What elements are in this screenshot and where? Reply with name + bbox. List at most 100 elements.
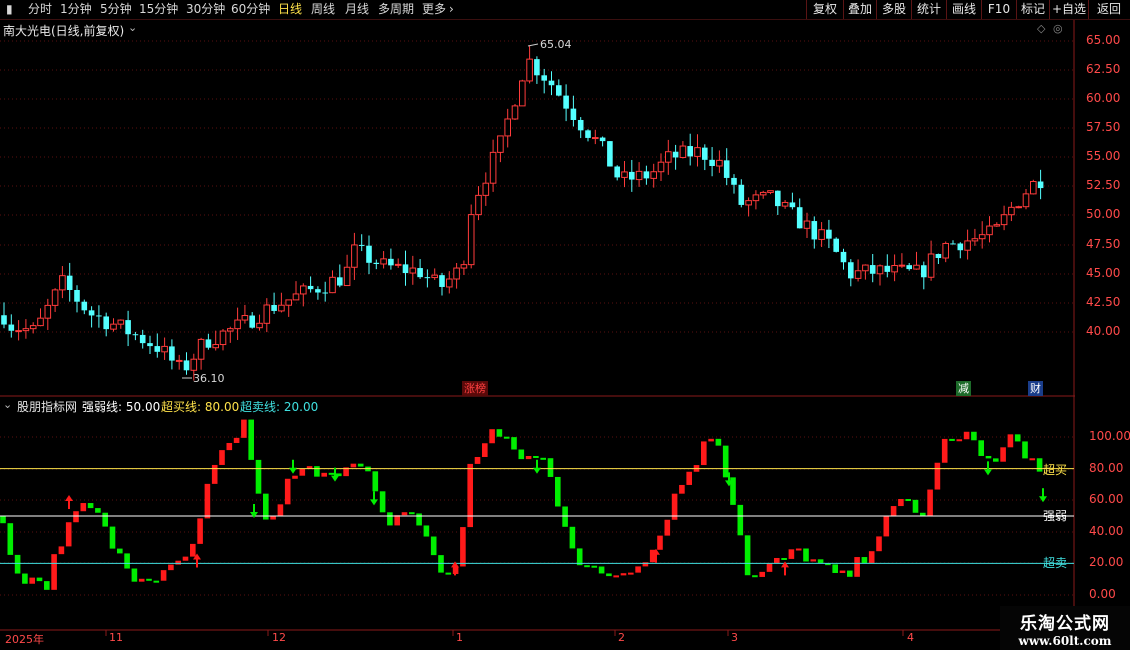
candle-body-up: [212, 344, 219, 349]
date-tick: 12: [272, 631, 286, 644]
overbought-line-tag: 超买: [1043, 463, 1068, 477]
title-dropdown-icon[interactable]: ⌄: [128, 21, 137, 34]
indicator-bar-up: [321, 472, 327, 477]
candle-body-up: [898, 264, 906, 267]
indicator-bar-down: [117, 548, 123, 554]
candle-body-down: [614, 166, 620, 178]
indicator-bar-down: [555, 476, 561, 507]
indicator-tick: 0.00: [1089, 587, 1116, 601]
candle-body-down: [154, 346, 161, 352]
indicator-bar-up: [759, 571, 765, 577]
indicator-bar-up: [233, 437, 240, 443]
period-tab-monthly[interactable]: 月线: [345, 1, 369, 18]
candle-body-down: [81, 301, 88, 311]
candle-body-down: [548, 80, 555, 86]
strength-line-value: 强弱线: 50.00: [82, 400, 161, 414]
candle-body-up: [22, 328, 30, 332]
period-tab-60min[interactable]: 60分钟: [231, 1, 270, 18]
candle-body-up: [679, 145, 687, 158]
add-favorite-button[interactable]: +自选: [1049, 0, 1088, 19]
candle-body-up: [431, 274, 438, 279]
more-chevron-icon[interactable]: ›: [449, 1, 454, 18]
candle-body-down: [840, 251, 847, 263]
price-tick: 52.50: [1086, 178, 1121, 192]
indicator-bar-down: [379, 491, 386, 513]
price-tick: 60.00: [1086, 91, 1121, 105]
indicator-bar-down: [445, 572, 452, 575]
indicator-bar-down: [44, 581, 50, 590]
date-tick: 1: [456, 631, 463, 644]
period-tab-5min[interactable]: 5分钟: [100, 1, 132, 18]
indicator-bar-up: [883, 516, 890, 537]
period-tab-30min[interactable]: 30分钟: [186, 1, 225, 18]
indicator-bar-up: [1007, 434, 1014, 448]
candle-body-down: [869, 265, 876, 274]
indicator-bar-up: [394, 515, 400, 526]
date-tick: 2025年: [5, 633, 44, 646]
candle-body-up: [986, 225, 993, 236]
period-tab-daily[interactable]: 日线: [278, 1, 302, 18]
event-tag-limit-up[interactable]: 涨榜: [462, 381, 488, 396]
stock-title: 南大光电(日线,前复权): [3, 24, 125, 38]
buy-arrow-head-icon: [65, 495, 73, 502]
candle-body-down: [307, 285, 314, 290]
candle-body-up: [453, 267, 460, 280]
indicator-bar-up: [401, 512, 408, 516]
candle-body-up: [329, 276, 336, 294]
candle-body-down: [74, 289, 80, 302]
candle-body-up: [263, 304, 271, 324]
restore-rights-button[interactable]: 复权: [806, 0, 843, 19]
f10-button[interactable]: F10: [981, 0, 1016, 19]
period-tab-1min[interactable]: 1分钟: [60, 1, 92, 18]
candle-body-down: [731, 177, 737, 185]
indicator-bar-up: [211, 464, 218, 484]
event-tag-reduce[interactable]: 减: [956, 381, 971, 396]
event-tag-finance[interactable]: 财: [1028, 381, 1043, 396]
period-tab-more[interactable]: 更多: [422, 1, 446, 18]
indicator-bar-down: [416, 513, 422, 526]
multi-stock-button[interactable]: 多股: [876, 0, 911, 19]
kline-chart[interactable]: [0, 20, 1130, 650]
period-tab-15min[interactable]: 15分钟: [139, 1, 178, 18]
candle-body-up: [964, 240, 971, 251]
candle-body-up: [256, 322, 263, 329]
candle-body-up: [175, 359, 183, 362]
period-tick-icon[interactable]: ▮: [6, 1, 13, 18]
candle-body-up: [59, 275, 66, 291]
draw-line-button[interactable]: 画线: [946, 0, 981, 19]
indicator-dropdown-icon[interactable]: ⌄: [3, 398, 12, 411]
candle-body-up: [759, 191, 767, 196]
candle-body-down: [96, 315, 102, 317]
period-tab-multi[interactable]: 多周期: [378, 1, 414, 18]
candle-body-down: [935, 253, 942, 259]
candle-body-down: [388, 258, 394, 266]
mark-button[interactable]: 标记: [1016, 0, 1049, 19]
candle-body-up: [1000, 214, 1008, 226]
period-tab-weekly[interactable]: 周线: [311, 1, 335, 18]
indicator-bar-down: [511, 437, 517, 450]
indicator-bar-up: [460, 527, 466, 567]
indicator-bar-down: [949, 438, 955, 441]
indicator-bar-up: [635, 566, 641, 573]
back-button[interactable]: 返回: [1088, 0, 1129, 19]
candle-body-down: [315, 289, 321, 293]
indicator-bar-down: [14, 554, 21, 574]
statistics-button[interactable]: 统计: [911, 0, 946, 19]
candle-body-up: [1030, 180, 1037, 195]
indicator-bar-down: [496, 429, 503, 437]
oversold-line-value: 超卖线: 20.00: [240, 400, 319, 414]
indicator-bar-up: [613, 575, 619, 578]
indicator-bar-down: [985, 455, 992, 459]
overlay-button[interactable]: 叠加: [843, 0, 876, 19]
indicator-bar-down: [109, 526, 116, 549]
indicator-bar-down: [722, 445, 729, 478]
candle-body-up: [190, 358, 198, 371]
indicator-bar-down: [1036, 458, 1043, 472]
oversold-line-tag: 超卖: [1043, 556, 1068, 570]
indicator-bar-up: [1000, 447, 1006, 462]
indicator-bar-up: [679, 484, 685, 494]
settings-circle-icon[interactable]: ◎: [1053, 22, 1063, 35]
diamond-icon[interactable]: ◇: [1037, 22, 1045, 35]
period-tab-fenshi[interactable]: 分时: [28, 1, 52, 18]
site-watermark: 乐淘公式网 www.60lt.com: [1000, 606, 1130, 650]
